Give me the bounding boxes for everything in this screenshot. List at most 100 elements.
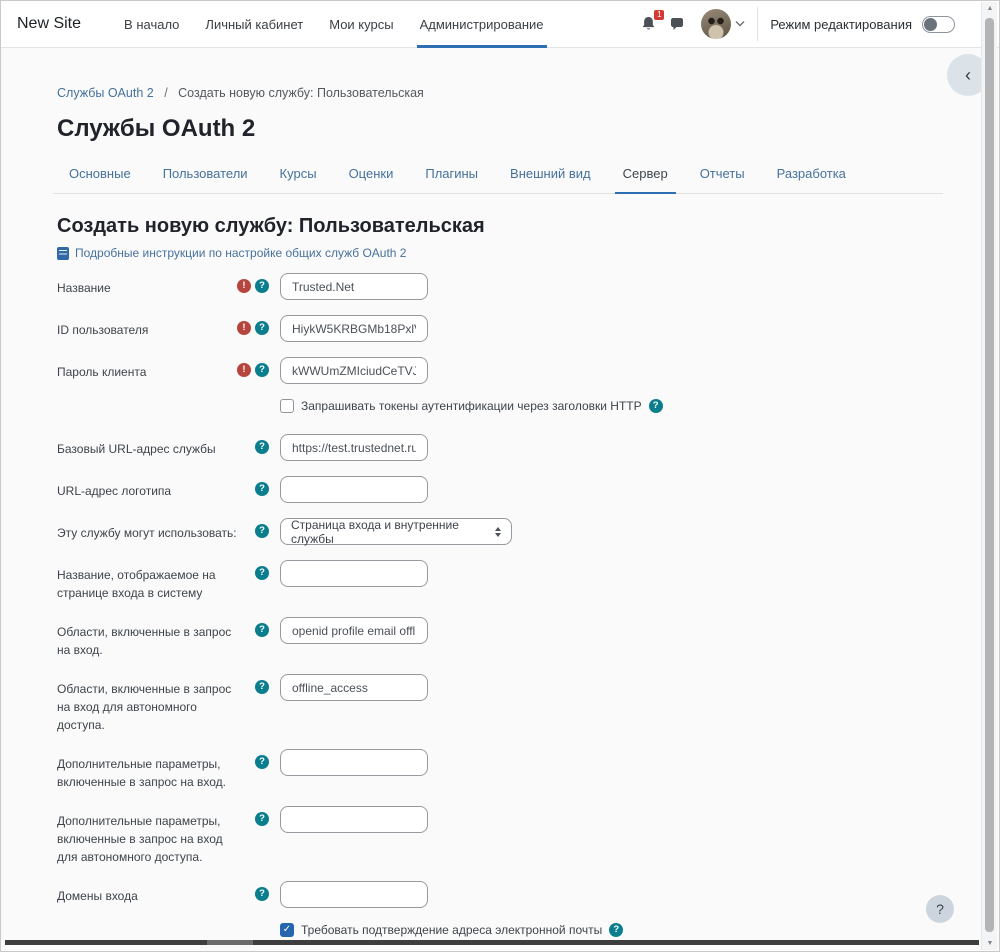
top-navbar: New Site В началоЛичный кабинетМои курсы…: [1, 1, 999, 48]
client-secret-help-icon[interactable]: ?: [255, 363, 269, 377]
offline-params-row: Дополнительные параметры, включенные в з…: [57, 806, 939, 866]
http-header-tokens-row: Запрашивать токены аутентификации через …: [280, 399, 939, 413]
base-url-label-cell: Базовый URL-адрес службы?: [57, 434, 280, 458]
site-brand[interactable]: New Site: [17, 15, 81, 33]
tab-пользователи[interactable]: Пользователи: [147, 155, 264, 193]
base-url-help-icon[interactable]: ?: [255, 440, 269, 454]
edit-mode-label: Режим редактирования: [770, 17, 912, 32]
client-secret-icons: !?: [237, 363, 269, 381]
login-scopes-help-icon[interactable]: ?: [255, 623, 269, 637]
login-params-help-icon[interactable]: ?: [255, 755, 269, 769]
messages-button[interactable]: [669, 16, 685, 32]
offline-scopes-input[interactable]: [280, 674, 428, 701]
main-content: Службы OAuth 2 / Создать новую службу: П…: [1, 48, 999, 952]
docs-link[interactable]: Подробные инструкции по настройке общих …: [57, 246, 406, 260]
http-header-tokens-label: Запрашивать токены аутентификации через …: [301, 399, 642, 413]
scroll-up-arrow-icon[interactable]: ▲: [982, 5, 998, 12]
service-name-label: Название: [57, 279, 237, 297]
service-usage-row: Эту службу могут использовать:? Страница …: [57, 518, 939, 545]
vertical-scrollbar[interactable]: ▲ ▼: [981, 2, 997, 950]
client-secret-input[interactable]: [280, 357, 428, 384]
book-icon: [57, 247, 69, 260]
offline-params-label-cell: Дополнительные параметры, включенные в з…: [57, 806, 280, 866]
nav-item-в-начало[interactable]: В начало: [111, 1, 192, 48]
tab-плагины[interactable]: Плагины: [409, 155, 494, 193]
notifications-button[interactable]: 1: [640, 15, 657, 33]
login-scopes-input[interactable]: [280, 617, 428, 644]
client-secret-required-icon: !: [237, 363, 251, 377]
login-page-name-label: Название, отображаемое на странице входа…: [57, 566, 237, 602]
select-arrows-icon: [495, 527, 501, 537]
service-usage-selected-value: Страница входа и внутренние службы: [291, 518, 495, 546]
login-domains-input[interactable]: [280, 881, 428, 908]
http-header-tokens-help-icon[interactable]: ?: [649, 399, 663, 413]
logo-url-icons: ?: [255, 482, 269, 500]
require-email-verification-help-icon[interactable]: ?: [609, 923, 623, 937]
client-id-help-icon[interactable]: ?: [255, 321, 269, 335]
offline-scopes-help-icon[interactable]: ?: [255, 680, 269, 694]
tab-основные[interactable]: Основные: [53, 155, 147, 193]
edit-mode-toggle[interactable]: [922, 16, 955, 33]
tab-сервер[interactable]: Сервер: [607, 155, 684, 193]
breadcrumb-current: Создать новую службу: Пользовательская: [178, 86, 424, 100]
client-id-input[interactable]: [280, 315, 428, 342]
user-avatar[interactable]: [701, 9, 731, 39]
login-domains-help-icon[interactable]: ?: [255, 887, 269, 901]
user-menu-chevron-down-icon[interactable]: [735, 18, 745, 30]
service-name-icons: !?: [237, 279, 269, 297]
question-icon: ?: [936, 901, 944, 917]
scroll-down-arrow-icon[interactable]: ▼: [982, 940, 998, 947]
oauth2-service-form: Название!?ID пользователя!?Пароль клиент…: [57, 273, 939, 937]
login-params-input[interactable]: [280, 749, 428, 776]
nav-item-администрирование[interactable]: Администрирование: [407, 1, 557, 48]
login-domains-label-cell: Домены входа?: [57, 881, 280, 905]
login-scopes-row: Области, включенные в запрос на вход.?: [57, 617, 939, 659]
login-page-name-help-icon[interactable]: ?: [255, 566, 269, 580]
http-header-tokens-checkbox[interactable]: [280, 399, 294, 413]
nav-item-личный-кабинет[interactable]: Личный кабинет: [192, 1, 316, 48]
service-name-required-icon: !: [237, 279, 251, 293]
tab-отчеты[interactable]: Отчеты: [684, 155, 761, 193]
offline-params-help-icon[interactable]: ?: [255, 812, 269, 826]
offline-scopes-label: Области, включенные в запрос на вход для…: [57, 680, 237, 734]
service-name-input[interactable]: [280, 273, 428, 300]
tab-разработка[interactable]: Разработка: [761, 155, 862, 193]
service-name-help-icon[interactable]: ?: [255, 279, 269, 293]
login-scopes-label-cell: Области, включенные в запрос на вход.?: [57, 617, 280, 659]
login-params-row: Дополнительные параметры, включенные в з…: [57, 749, 939, 791]
page-title: Службы OAuth 2: [57, 115, 939, 143]
window-bottom-edge-highlight: [207, 940, 253, 945]
tab-внешний-вид[interactable]: Внешний вид: [494, 155, 607, 193]
breadcrumb-oauth2-link[interactable]: Службы OAuth 2: [57, 86, 154, 100]
service-usage-select[interactable]: Страница входа и внутренние службы: [280, 518, 512, 545]
scrollbar-thumb[interactable]: [985, 18, 994, 932]
login-scopes-icons: ?: [255, 623, 269, 659]
logo-url-input[interactable]: [280, 476, 428, 503]
login-domains-icons: ?: [255, 887, 269, 905]
service-name-row: Название!?: [57, 273, 939, 300]
require-email-verification-label: Требовать подтверждение адреса электронн…: [301, 923, 602, 937]
require-email-verification-checkbox[interactable]: ✓: [280, 923, 294, 937]
logo-url-label-cell: URL-адрес логотипа?: [57, 476, 280, 500]
client-id-required-icon: !: [237, 321, 251, 335]
login-page-name-input[interactable]: [280, 560, 428, 587]
floating-help-button[interactable]: ?: [926, 895, 954, 923]
offline-params-label: Дополнительные параметры, включенные в з…: [57, 812, 237, 866]
tab-курсы[interactable]: Курсы: [264, 155, 333, 193]
client-id-label-cell: ID пользователя!?: [57, 315, 280, 339]
base-url-input[interactable]: [280, 434, 428, 461]
primary-nav: В началоЛичный кабинетМои курсыАдминистр…: [111, 1, 557, 48]
tab-оценки[interactable]: Оценки: [333, 155, 410, 193]
service-usage-label: Эту службу могут использовать:: [57, 524, 237, 542]
navbar-right: 1 Режим редактирования: [640, 7, 955, 41]
breadcrumb-separator: /: [164, 86, 167, 100]
logo-url-help-icon[interactable]: ?: [255, 482, 269, 496]
service-usage-help-icon[interactable]: ?: [255, 524, 269, 538]
client-id-label: ID пользователя: [57, 321, 237, 339]
browser-viewport: New Site В началоЛичный кабинетМои курсы…: [0, 0, 1000, 952]
nav-item-мои-курсы[interactable]: Мои курсы: [316, 1, 406, 48]
service-usage-icons: ?: [255, 524, 269, 542]
toggle-knob: [924, 18, 937, 31]
login-domains-label: Домены входа: [57, 887, 237, 905]
offline-params-input[interactable]: [280, 806, 428, 833]
